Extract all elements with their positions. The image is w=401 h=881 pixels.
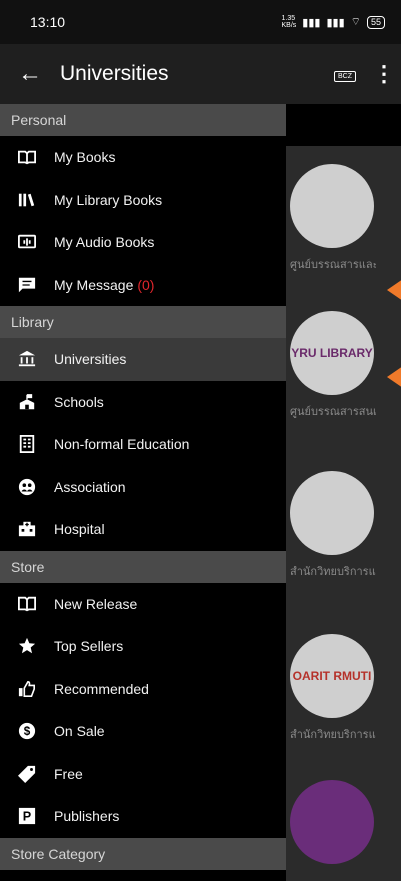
message-count-badge: (0) <box>137 276 155 293</box>
university-caption: สำนักวิทยบริการและ <box>290 566 376 578</box>
drawer-item-label: Recommended <box>54 680 149 697</box>
university-list-background: ศูนย์บรรณสารและ YRU LIBRARY ศูนย์บรรณสาร… <box>286 104 401 881</box>
drawer-item-label: Hospital <box>54 521 105 538</box>
university-caption: สำนักวิทยบริการและ <box>290 729 376 741</box>
drawer-item-label: Association <box>54 478 126 495</box>
drawer-item-label: Free <box>54 765 83 782</box>
section-library: Library <box>0 306 286 338</box>
university-logo <box>290 471 374 555</box>
drawer-item-top-sellers[interactable]: Top Sellers <box>0 625 286 668</box>
drawer-item-label: Schools <box>54 393 104 410</box>
message-icon <box>17 275 36 294</box>
building-icon <box>17 435 36 454</box>
audio-book-icon <box>17 233 36 252</box>
list-item[interactable]: ศูนย์บรรณสารและ <box>290 164 376 273</box>
drawer-item-publishers[interactable]: P Publishers <box>0 795 286 838</box>
drawer-item-on-sale[interactable]: $ On Sale <box>0 710 286 753</box>
section-store: Store <box>0 550 286 583</box>
school-icon <box>17 392 36 411</box>
drawer-item-label: My Audio Books <box>54 234 155 251</box>
drawer-item-hospital[interactable]: Hospital <box>0 508 286 551</box>
new-release-book-icon <box>17 594 36 613</box>
university-logo <box>290 164 374 248</box>
drawer-item-my-audio-books[interactable]: My Audio Books <box>0 221 286 264</box>
svg-text:$: $ <box>23 725 30 738</box>
app-bar: ← Universities BCZ ⋮ <box>0 44 401 104</box>
publisher-p-icon: P <box>17 807 36 826</box>
drawer-item-label: On Sale <box>54 723 105 740</box>
drawer-item-my-library-books[interactable]: My Library Books <box>0 179 286 222</box>
dollar-circle-icon: $ <box>17 722 36 741</box>
signal-icon-2: ▮▮▮ <box>326 16 345 29</box>
scroll-indicator-arrow <box>387 279 401 301</box>
drawer-item-recommended[interactable]: Recommended <box>0 668 286 711</box>
navigation-drawer: Personal My Books My Library Books My Au… <box>0 104 286 881</box>
drawer-item-association[interactable]: Association <box>0 466 286 509</box>
drawer-item-label: Universities <box>54 351 127 368</box>
university-logo: YRU LIBRARY <box>290 311 374 395</box>
book-reader-icon: BCZ <box>334 71 356 82</box>
drawer-item-free[interactable]: Free <box>0 753 286 796</box>
section-personal: Personal <box>0 104 286 136</box>
drawer-item-non-formal-education[interactable]: Non-formal Education <box>0 423 286 466</box>
data-speed: 1.35 KB/s <box>281 15 297 29</box>
library-books-icon <box>17 190 36 209</box>
hospital-icon <box>17 520 36 539</box>
tag-icon <box>17 764 36 783</box>
signal-icon: ▮▮▮ <box>302 16 321 29</box>
svg-text:P: P <box>22 810 30 824</box>
status-bar: 13:10 1.35 KB/s ▮▮▮ ▮▮▮ ⌔ 55 <box>0 0 401 44</box>
drawer-item-label: Top Sellers <box>54 638 124 655</box>
star-icon <box>17 637 36 656</box>
back-arrow-icon[interactable]: ← <box>0 60 60 88</box>
group-icon <box>17 477 36 496</box>
open-book-icon <box>17 148 36 167</box>
status-icons: 1.35 KB/s ▮▮▮ ▮▮▮ ⌔ 55 <box>281 15 385 29</box>
section-store-category: Store Category <box>0 837 286 870</box>
drawer-item-new-release[interactable]: New Release <box>0 583 286 626</box>
drawer-item-my-books[interactable]: My Books <box>0 136 286 179</box>
list-item[interactable]: OARIT RMUTI สำนักวิทยบริการและ <box>290 634 376 743</box>
more-vert-icon[interactable]: ⋮ <box>367 61 401 87</box>
drawer-item-label: My Library Books <box>54 191 163 208</box>
scroll-indicator-arrow <box>387 366 401 388</box>
drawer-item-schools[interactable]: Schools <box>0 381 286 424</box>
drawer-item-label: Non-formal Education <box>54 436 190 453</box>
list-top-bar <box>286 104 401 146</box>
drawer-item-universities[interactable]: Universities <box>0 338 286 381</box>
status-time: 13:10 <box>30 14 66 30</box>
bank-icon <box>17 350 36 369</box>
university-logo <box>290 780 374 864</box>
list-item[interactable]: สำนักวิทยบริการและ <box>290 471 376 580</box>
thumbs-up-icon <box>17 679 36 698</box>
drawer-item-label: Publishers <box>54 808 120 825</box>
list-item[interactable] <box>290 780 376 864</box>
university-caption: ศูนย์บรรณสารและ <box>290 259 376 271</box>
university-logo: OARIT RMUTI <box>290 634 374 718</box>
book-reader-button[interactable]: BCZ <box>323 65 367 83</box>
page-title: Universities <box>60 62 169 85</box>
drawer-item-label: My Message <box>54 276 134 293</box>
battery-icon: 55 <box>366 15 385 29</box>
drawer-item-label: New Release <box>54 595 138 612</box>
drawer-item-my-message[interactable]: My Message (0) <box>0 264 286 307</box>
university-caption: ศูนย์บรรณสารสนเท <box>290 406 376 418</box>
wifi-icon: ⌔ <box>350 16 361 28</box>
list-item[interactable]: YRU LIBRARY ศูนย์บรรณสารสนเท <box>290 311 376 420</box>
drawer-item-label: My Books <box>54 149 116 166</box>
